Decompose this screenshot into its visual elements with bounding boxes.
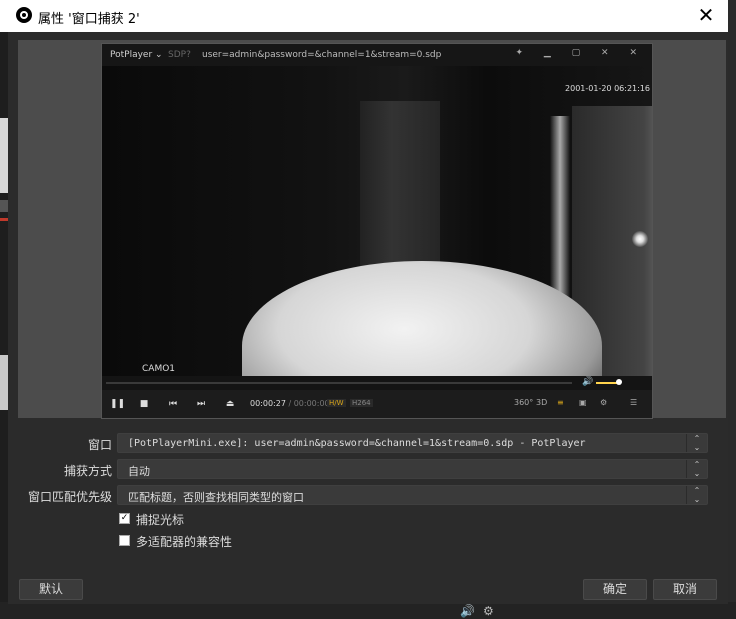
match-priority-label: 窗口匹配优先级 [27,490,112,504]
checkbox-unchecked-icon[interactable] [119,535,130,546]
capture-method-row: 捕获方式 自动 ⌃ ⌄ [8,459,728,479]
vr-360-icon: 360° [514,398,534,407]
background-preview-thumbnail [0,118,8,193]
video-foreground-object [242,261,602,376]
video-frame: 2001-01-20 06:21:16 CAMO1 [102,66,652,376]
background-red-indicator [0,218,8,221]
window-select-value: [PotPlayerMini.exe]: user=admin&password… [128,438,586,449]
subtitle-icon: ▣ [579,398,587,407]
background-main-window-bottom [0,602,736,619]
capture-cursor-checkbox[interactable]: ✓ 捕捉光标 [119,511,419,527]
time-current: 00:00:27 [250,399,286,408]
background-thumbnail-2 [0,355,8,410]
obs-logo-icon [16,7,32,23]
background-main-window-left [0,0,8,619]
window-row: 窗口 [PotPlayerMini.exe]: user=admin&passw… [8,433,728,453]
time-total: 00:00:00 [293,399,330,408]
next-icon: ⏭ [196,399,206,409]
video-timestamp: 2001-01-20 06:21:16 [565,84,650,93]
close-button[interactable]: ✕ [692,4,720,28]
background-panel-strip [0,200,8,212]
seek-bar [106,382,572,384]
player-url: user=admin&password=&channel=1&stream=0.… [202,50,442,60]
capture-method-select[interactable]: 自动 ⌃ ⌄ [117,459,708,479]
match-priority-row: 窗口匹配优先级 匹配标题，否则查找相同类型的窗口 ⌃ ⌄ [8,485,728,505]
3d-icon: 3D [536,398,548,407]
background-main-window-right [728,0,736,619]
potplayer-window: PotPlayer ⌄ SDP? user=admin&password=&ch… [101,43,653,419]
codec-badge: H264 [350,399,373,407]
volume-fill [596,382,618,384]
window-title: 属性 '窗口捕获 2' [38,12,140,27]
settings-icon: ⚙ [600,398,608,407]
multi-adapter-checkbox[interactable]: 多适配器的兼容性 [119,533,419,549]
player-seek-row: 🔊 [102,376,652,390]
player-window-buttons-icon: ✦ ▁ ▢ ✕ ✕ [515,48,646,58]
chevron-updown-icon: ⌃ ⌄ [686,434,707,452]
background-audio-controls-icon: 🔊⚙ [460,604,502,618]
video-camera-label: CAMO1 [142,364,176,374]
window-select[interactable]: [PotPlayerMini.exe]: user=admin&password… [117,433,708,453]
stop-icon: ■ [139,399,149,409]
cancel-button[interactable]: 取消 [653,579,717,600]
eject-icon: ⏏ [225,399,235,409]
capture-method-label: 捕获方式 [63,464,112,478]
match-priority-value: 匹配标题，否则查找相同类型的窗口 [128,491,304,504]
pause-icon: ❚❚ [110,399,126,409]
capture-cursor-label: 捕捉光标 [136,513,185,527]
checkbox-checked-icon[interactable]: ✓ [119,513,130,524]
ok-button[interactable]: 确定 [583,579,647,600]
player-time: 00:00:27 / 00:00:00 [250,399,330,408]
match-priority-select[interactable]: 匹配标题，否则查找相同类型的窗口 ⌃ ⌄ [117,485,708,505]
hw-badge: H/W [327,399,346,407]
equalizer-icon: ≡ [557,398,564,407]
multi-adapter-label: 多适配器的兼容性 [136,535,233,549]
title-bar: 属性 '窗口捕获 2' ✕ [0,0,728,32]
player-brand-menu: PotPlayer ⌄ [110,50,163,60]
chevron-updown-icon: ⌃ ⌄ [686,460,707,478]
window-label: 窗口 [87,438,112,452]
video-light-spot [632,231,648,247]
player-sdp-label: SDP? [168,50,191,60]
defaults-button[interactable]: 默认 [19,579,83,600]
time-separator: / [285,399,294,408]
source-preview: PotPlayer ⌄ SDP? user=admin&password=&ch… [18,40,726,419]
player-controls: ❚❚ ■ ⏮ ⏭ ⏏ 00:00:27 / 00:00:00 H/W H264 … [102,390,652,418]
player-titlebar: PotPlayer ⌄ SDP? user=admin&password=&ch… [102,44,652,66]
previous-icon: ⏮ [168,399,178,409]
volume-icon: 🔊 [582,377,594,387]
menu-icon: ☰ [630,398,638,407]
chevron-updown-icon: ⌃ ⌄ [686,486,707,504]
properties-dialog: 属性 '窗口捕获 2' ✕ PotPlayer ⌄ SDP? user=admi… [0,0,728,604]
capture-method-value: 自动 [128,465,150,478]
volume-knob [616,379,622,385]
